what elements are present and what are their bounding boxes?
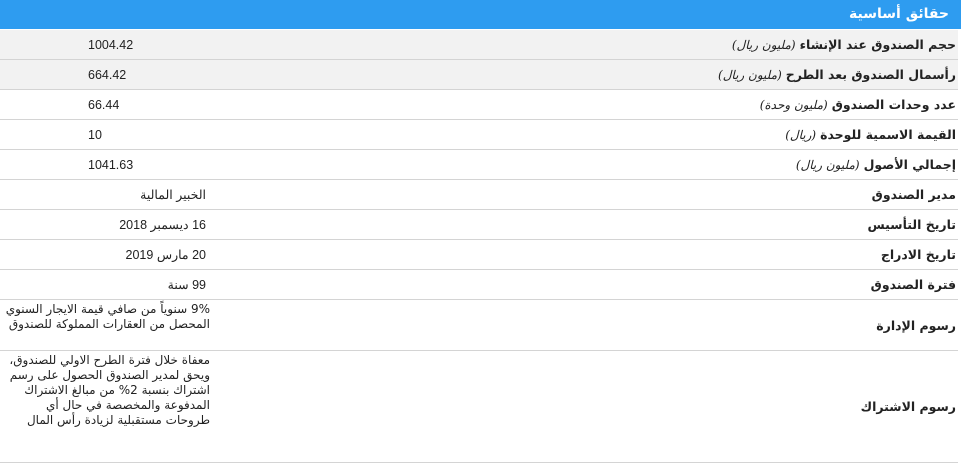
fact-value: 1041.63 xyxy=(88,157,134,172)
fact-unit: (مليون وحدة) xyxy=(759,97,828,112)
fact-row-total-assets: إجمالي الأصول (مليون ريال) 1041.63 xyxy=(0,150,958,180)
fact-row-unit-nominal-value: القيمة الاسمية للوحدة (ريال) 10 xyxy=(0,120,958,150)
fact-label: فترة الصندوق xyxy=(870,277,956,292)
fact-row-listing-date: تاريخ الادراج 20 مارس 2019 xyxy=(0,240,958,270)
fact-value: 20 مارس 2019 xyxy=(125,248,206,262)
fact-row-fund-term: فترة الصندوق 99 سنة xyxy=(0,270,958,300)
fact-row-fund-size-at-inception: حجم الصندوق عند الإنشاء (مليون ريال) 1004… xyxy=(0,30,958,60)
fact-unit: (مليون ريال) xyxy=(718,67,782,82)
fact-label: رسوم الاشتراك xyxy=(860,399,956,414)
fact-row-number-of-units: عدد وحدات الصندوق (مليون وحدة) 66.44 xyxy=(0,90,958,120)
fact-value: 16 ديسمبر 2018 xyxy=(119,218,206,232)
fact-label: عدد وحدات الصندوق (مليون وحدة) xyxy=(759,97,956,112)
fact-value: 99 سنة xyxy=(167,278,206,292)
fact-label: القيمة الاسمية للوحدة (ريال) xyxy=(785,127,956,142)
fact-value: 66.44 xyxy=(88,97,120,112)
fact-value: معفاة خلال فترة الطرح الاولي للصندوق، وي… xyxy=(9,353,210,427)
fact-unit: (مليون ريال) xyxy=(795,157,860,172)
panel-title: حقائق أساسية xyxy=(849,6,949,22)
panel-header: حقائق أساسية xyxy=(0,0,961,29)
fact-value: 10 xyxy=(88,127,102,142)
fact-label: رأسمال الصندوق بعد الطرح (مليون ريال) xyxy=(718,67,956,82)
fact-unit: (ريال) xyxy=(785,127,817,142)
fact-value: 9% سنوياً من صافي قيمة الايجار السنوي ال… xyxy=(5,302,210,331)
fact-label: إجمالي الأصول (مليون ريال) xyxy=(795,157,956,172)
fact-row-establishment-date: تاريخ التأسيس 16 ديسمبر 2018 xyxy=(0,210,958,240)
fact-value: 664.42 xyxy=(88,67,127,82)
fact-row-capital-after-offering: رأسمال الصندوق بعد الطرح (مليون ريال) 664… xyxy=(0,60,958,90)
fact-unit: (مليون ريال) xyxy=(731,37,796,52)
fact-value: الخبير المالية xyxy=(140,188,206,202)
fact-label: حجم الصندوق عند الإنشاء (مليون ريال) xyxy=(731,37,956,52)
fact-label: تاريخ التأسيس xyxy=(867,217,956,232)
fact-label: رسوم الإدارة xyxy=(876,317,956,333)
fact-row-management-fees: رسوم الإدارة 9% سنوياً من صافي قيمة الاي… xyxy=(0,300,958,351)
key-facts-panel: حقائق أساسية حجم الصندوق عند الإنشاء (ملي… xyxy=(0,0,961,465)
fact-row-fund-manager: مدير الصندوق الخبير المالية xyxy=(0,180,958,210)
fact-label: مدير الصندوق xyxy=(871,187,956,202)
fact-row-subscription-fees: رسوم الاشتراك معفاة خلال فترة الطرح الاو… xyxy=(0,351,958,463)
fact-value: 1004.42 xyxy=(88,37,134,52)
fact-label: تاريخ الادراج xyxy=(880,247,956,262)
